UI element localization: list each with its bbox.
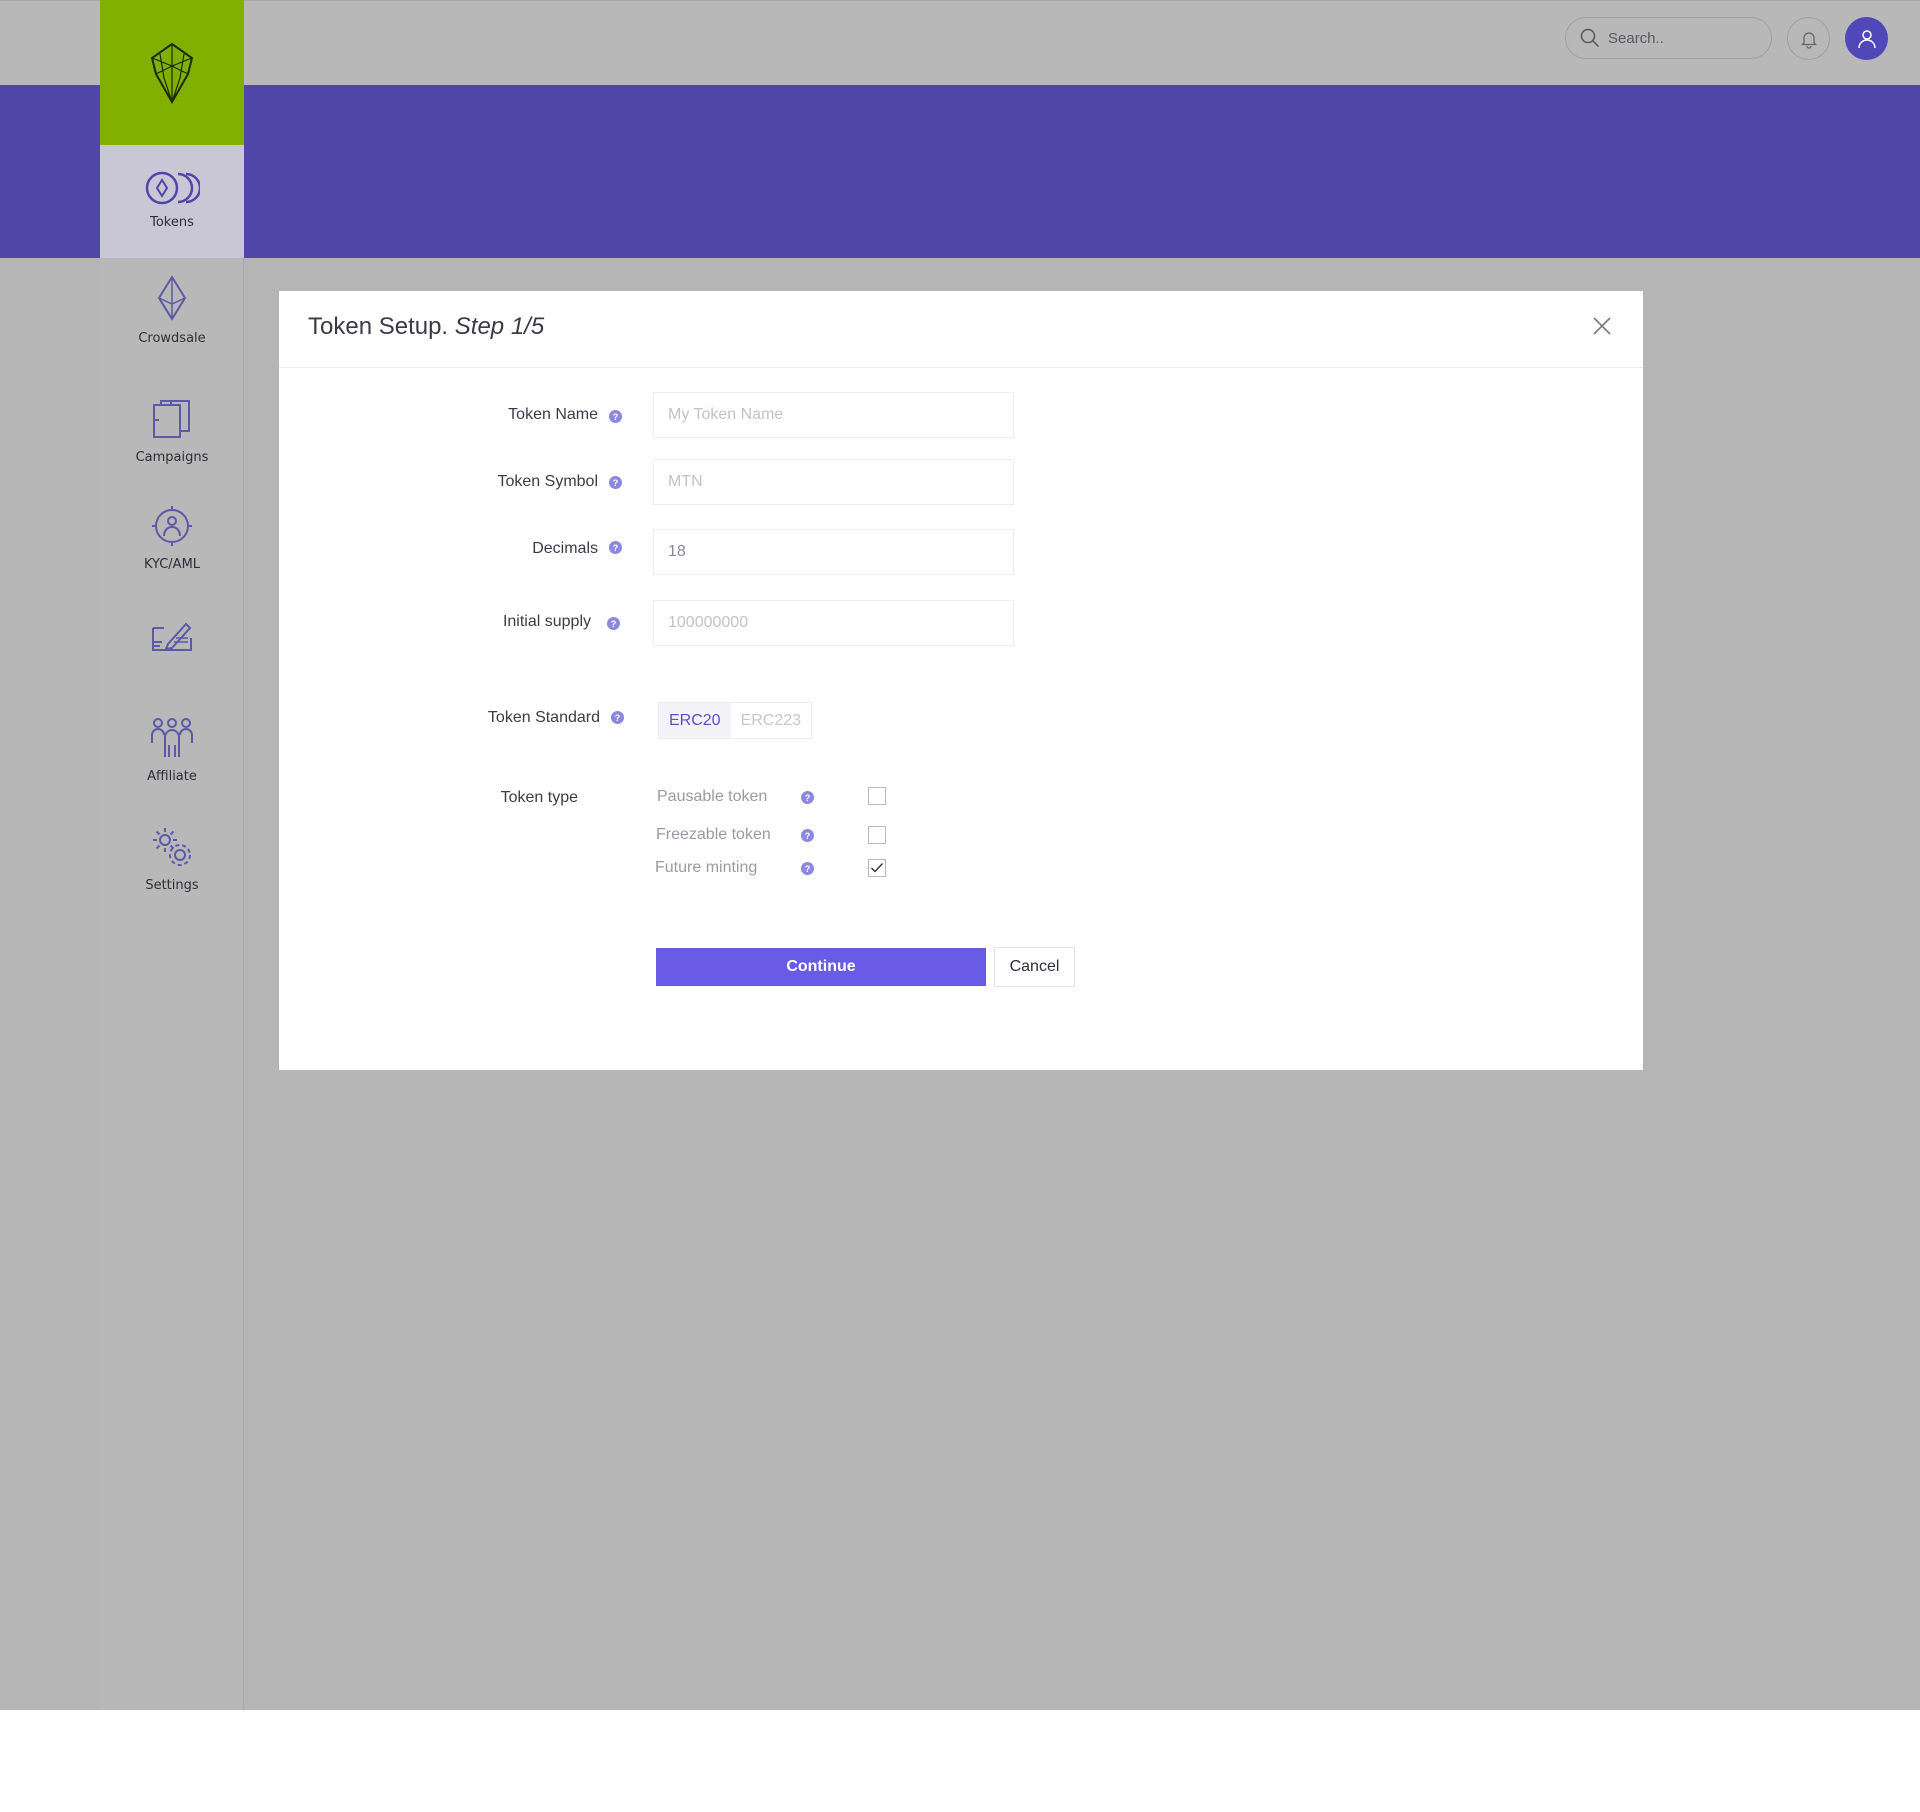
signature-icon <box>152 622 192 651</box>
modal-title: Token Setup. Step 1/5 <box>308 313 544 341</box>
diamond-logo-icon <box>150 42 194 104</box>
standard-option-erc223[interactable]: ERC223 <box>731 703 811 738</box>
top-bar <box>0 0 1920 85</box>
checkmark-icon <box>871 863 884 873</box>
decimals-input[interactable] <box>653 529 1014 575</box>
campaigns-icon <box>153 400 190 438</box>
standard-option-erc20[interactable]: ERC20 <box>659 703 731 738</box>
modal-step: Step 1/5 <box>454 313 545 340</box>
token-name-help-icon[interactable]: ? <box>609 410 622 423</box>
sidebar-item-signature[interactable] <box>100 618 244 664</box>
decimals-label: Decimals <box>532 540 598 557</box>
ethereum-icon <box>157 275 187 321</box>
brand-logo[interactable] <box>100 0 244 145</box>
cancel-button[interactable]: Cancel <box>994 947 1075 987</box>
sidebar: Tokens Crowdsale Campaigns KYC/AML Affil… <box>100 0 244 1710</box>
initial-supply-help-icon[interactable]: ? <box>607 617 620 630</box>
sidebar-item-label: Settings <box>145 878 199 893</box>
continue-button[interactable]: Continue <box>656 948 986 986</box>
notifications-button[interactable] <box>1787 17 1830 60</box>
user-avatar-button[interactable] <box>1845 17 1888 60</box>
token-name-label: Token Name <box>508 406 598 423</box>
initial-supply-label: Initial supply <box>502 613 591 630</box>
future-minting-help-icon[interactable]: ? <box>801 862 814 875</box>
settings-gears-icon <box>153 828 191 866</box>
header-banner <box>0 85 1920 258</box>
token-symbol-help-icon[interactable]: ? <box>609 476 622 489</box>
pausable-token-label: Pausable token <box>657 788 768 805</box>
token-name-input[interactable] <box>653 392 1014 438</box>
tokens-icon <box>145 171 200 205</box>
affiliate-group-icon <box>151 718 193 757</box>
token-standard-help-icon[interactable]: ? <box>611 711 624 724</box>
modal-header: Token Setup. Step 1/5 <box>279 291 1643 368</box>
user-icon <box>1857 29 1876 48</box>
token-symbol-label: Token Symbol <box>497 473 599 490</box>
decimals-help-icon[interactable]: ? <box>609 541 622 554</box>
search-box[interactable] <box>1565 17 1772 59</box>
sidebar-item-tokens[interactable]: Tokens <box>100 145 244 258</box>
modal-title-text: Token Setup. <box>308 313 449 340</box>
search-input[interactable] <box>1608 29 1748 47</box>
future-minting-label: Future minting <box>655 859 758 876</box>
kyc-target-icon <box>152 506 192 546</box>
freezable-help-icon[interactable]: ? <box>801 829 814 842</box>
freezable-token-label: Freezable token <box>656 826 771 843</box>
initial-supply-input[interactable] <box>653 600 1014 646</box>
sidebar-item-crowdsale[interactable]: Crowdsale <box>100 275 244 346</box>
token-setup-modal: Token Setup. Step 1/5 Token Name ? Token… <box>279 291 1643 1070</box>
pausable-token-checkbox[interactable] <box>868 787 886 805</box>
app-window: Tokens Crowdsale Campaigns <box>0 0 1920 1710</box>
future-minting-checkbox[interactable] <box>868 859 886 877</box>
sidebar-item-label: Crowdsale <box>138 331 206 346</box>
close-icon[interactable] <box>1591 315 1613 337</box>
sidebar-item-label: Tokens <box>150 215 194 230</box>
sidebar-item-campaigns[interactable]: Campaigns <box>100 398 244 465</box>
sidebar-item-label: Affiliate <box>147 769 197 784</box>
token-type-label: Token type <box>500 789 578 806</box>
sidebar-item-label: KYC/AML <box>143 557 201 572</box>
sidebar-item-kyc-aml[interactable]: KYC/AML <box>100 505 244 572</box>
token-symbol-input[interactable] <box>653 459 1014 505</box>
token-standard-label: Token Standard <box>487 709 600 726</box>
sidebar-item-settings[interactable]: Settings <box>100 826 244 893</box>
token-standard-toggle: ERC20 ERC223 <box>658 702 813 739</box>
bell-icon <box>1800 31 1817 49</box>
search-icon <box>1580 28 1600 48</box>
sidebar-item-affiliate[interactable]: Affiliate <box>100 717 244 784</box>
freezable-token-checkbox[interactable] <box>868 826 886 844</box>
pausable-help-icon[interactable]: ? <box>801 791 814 804</box>
sidebar-item-label: Campaigns <box>135 450 209 465</box>
